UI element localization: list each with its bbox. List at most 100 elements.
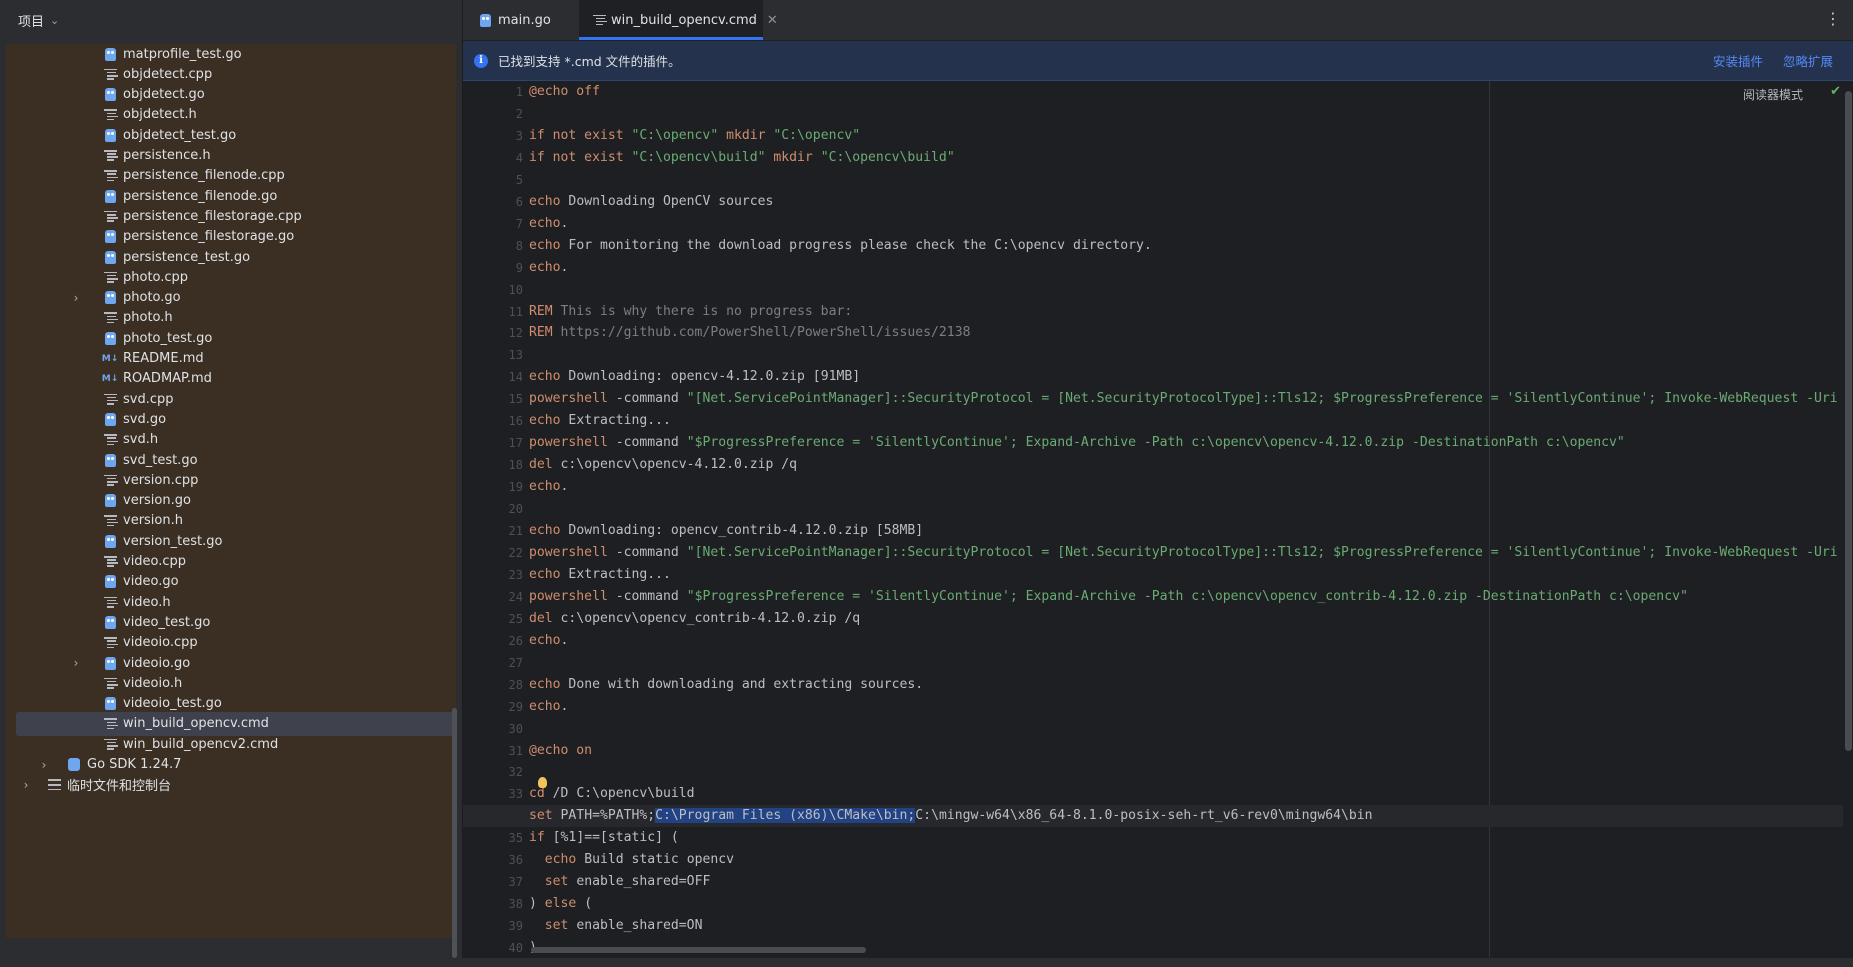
reader-mode-toggle[interactable]: 阅读器模式 xyxy=(1743,86,1803,103)
line-number: 29 xyxy=(508,699,523,714)
code-line[interactable]: if [%1]==[static] ( xyxy=(529,827,679,849)
lightbulb-icon[interactable] xyxy=(538,777,547,788)
code-line[interactable]: if not exist "C:\opencv\build" mkdir "C:… xyxy=(529,147,955,169)
line-number: 16 xyxy=(508,414,523,429)
editor-vertical-scrollbar[interactable] xyxy=(1845,91,1852,751)
line-number: 6 xyxy=(515,194,523,209)
go-file-icon xyxy=(102,655,118,671)
more-options-icon[interactable]: ⋮ xyxy=(1825,9,1841,28)
code-line[interactable]: cd /D C:\opencv\build xyxy=(529,783,695,805)
code-line[interactable]: echo Extracting... xyxy=(529,410,671,432)
code-editor[interactable]: 1 2 3 4 5 6 7 8 9 10 11 12 13 14 15 16 17 18 19 20 21 22 23 24 2… xyxy=(463,81,1853,957)
line-number: 8 xyxy=(515,238,523,253)
tree-item-label: ROADMAP.md xyxy=(123,371,212,387)
chevron-down-icon[interactable]: ⌄ xyxy=(50,14,59,27)
line-number: 39 xyxy=(508,919,523,934)
code-token: "$ProgressPreference = 'SilentlyContinue… xyxy=(686,435,1625,451)
go-file-icon xyxy=(102,229,118,245)
code-line[interactable]: powershell -command "$ProgressPreference… xyxy=(529,432,1625,454)
code-token: For monitoring the download progress ple… xyxy=(560,237,1152,253)
project-panel-header[interactable]: 项目 ⌄ xyxy=(0,0,462,41)
line-number: 18 xyxy=(508,458,523,473)
code-token: Done with downloading and extracting sou… xyxy=(560,676,924,692)
code-token: powershell xyxy=(529,435,608,451)
code-token: . xyxy=(560,632,569,648)
code-line[interactable]: if not exist "C:\opencv" mkdir "C:\openc… xyxy=(529,125,860,147)
code-token: echo xyxy=(529,413,561,429)
code-line[interactable]: echo. xyxy=(529,257,568,279)
line-number: 40 xyxy=(508,941,523,956)
markdown-file-icon: M↓ xyxy=(101,353,119,364)
code-line[interactable]: @echo on xyxy=(529,740,592,762)
code-token: powershell xyxy=(529,544,608,560)
tree-item-label: svd.cpp xyxy=(123,391,174,407)
code-token: . xyxy=(560,479,569,495)
code-line[interactable]: powershell -command "[Net.ServicePointMa… xyxy=(529,542,1838,564)
go-file-icon xyxy=(102,290,118,306)
code-line[interactable]: echo Downloading: opencv-4.12.0.zip [91M… xyxy=(529,366,860,388)
tree-item-scratches[interactable]: › 临时文件和控制台 xyxy=(16,773,454,797)
code-token: mkdir xyxy=(718,127,774,143)
code-line[interactable]: set PATH=%PATH%;C:\Program Files (x86)\C… xyxy=(529,805,1373,827)
tab-main-go[interactable]: main.go xyxy=(463,0,579,40)
install-plugin-link[interactable]: 安装插件 xyxy=(1713,51,1763,70)
code-token: set xyxy=(544,918,569,934)
line-number: 1 xyxy=(515,85,523,99)
code-line[interactable]: echo. xyxy=(529,630,568,652)
code-line[interactable]: del c:\opencv\opencv_contrib-4.12.0.zip … xyxy=(529,608,860,630)
go-file-icon xyxy=(102,696,118,712)
line-number: 11 xyxy=(508,304,523,319)
tree-item-label: persistence_filenode.cpp xyxy=(123,168,285,184)
go-file-icon xyxy=(102,574,118,590)
go-file-icon xyxy=(102,127,118,143)
text-file-icon xyxy=(102,310,118,326)
line-number: 38 xyxy=(508,897,523,912)
text-file-icon xyxy=(102,269,118,285)
code-token: echo xyxy=(529,566,561,582)
tab-win-build-opencv-cmd[interactable]: win_build_opencv.cmd ✕ xyxy=(579,0,778,40)
code-line[interactable]: @echo off xyxy=(529,81,600,103)
code-line[interactable]: echo Downloading OpenCV sources xyxy=(529,191,773,213)
line-number: 23 xyxy=(508,567,523,582)
code-line[interactable]: set enable_shared=OFF xyxy=(529,871,711,893)
code-line[interactable]: echo Build static opencv xyxy=(529,849,734,871)
chevron-right-icon[interactable]: › xyxy=(38,758,50,772)
code-line[interactable]: powershell -command "$ProgressPreference… xyxy=(529,586,1688,608)
go-file-icon xyxy=(102,87,118,103)
editor-horizontal-scrollbar[interactable] xyxy=(531,947,866,953)
tree-item-label: videoio.cpp xyxy=(123,635,198,651)
code-token: c:\opencv\opencv_contrib-4.12.0.zip /q xyxy=(552,610,861,626)
ignore-extension-link[interactable]: 忽略扩展 xyxy=(1783,51,1833,70)
chevron-right-icon[interactable]: › xyxy=(70,656,82,670)
tree-item-label: svd.h xyxy=(123,432,159,448)
code-line[interactable]: echo Done with downloading and extractin… xyxy=(529,674,923,696)
code-line[interactable]: REM https://github.com/PowerShell/PowerS… xyxy=(529,322,970,344)
code-line[interactable]: echo. xyxy=(529,696,568,718)
code-line[interactable]: echo Extracting... xyxy=(529,564,671,586)
code-token: "C:\opencv\build" xyxy=(631,149,766,165)
code-line[interactable]: ) else ( xyxy=(529,893,592,915)
code-token: echo xyxy=(529,632,561,648)
code-token: "$ProgressPreference = 'SilentlyContinue… xyxy=(686,588,1688,604)
sidebar-scrollbar[interactable] xyxy=(452,708,457,958)
project-panel-title[interactable]: 项目 xyxy=(18,11,44,30)
code-line[interactable]: echo. xyxy=(529,476,568,498)
text-file-icon xyxy=(102,472,118,488)
code-line[interactable]: echo Downloading: opencv_contrib-4.12.0.… xyxy=(529,520,923,542)
text-file-icon xyxy=(102,107,118,123)
code-token: enable_shared=ON xyxy=(568,918,703,934)
close-icon[interactable]: ✕ xyxy=(767,13,778,28)
code-line[interactable]: echo For monitoring the download progres… xyxy=(529,235,1152,257)
code-line[interactable]: REM This is why there is no progress bar… xyxy=(529,301,852,323)
code-token: echo xyxy=(544,852,577,868)
go-file-icon xyxy=(102,46,118,62)
code-line[interactable]: echo. xyxy=(529,213,568,235)
chevron-right-icon[interactable]: › xyxy=(20,778,32,792)
chevron-right-icon[interactable]: › xyxy=(70,291,82,305)
code-token: "C:\opencv" xyxy=(631,127,719,143)
code-line[interactable]: powershell -command "[Net.ServicePointMa… xyxy=(529,388,1838,410)
code-token: ) xyxy=(529,896,545,912)
code-line[interactable]: del c:\opencv\opencv-4.12.0.zip /q xyxy=(529,454,797,476)
code-line[interactable]: set enable_shared=ON xyxy=(529,915,703,937)
